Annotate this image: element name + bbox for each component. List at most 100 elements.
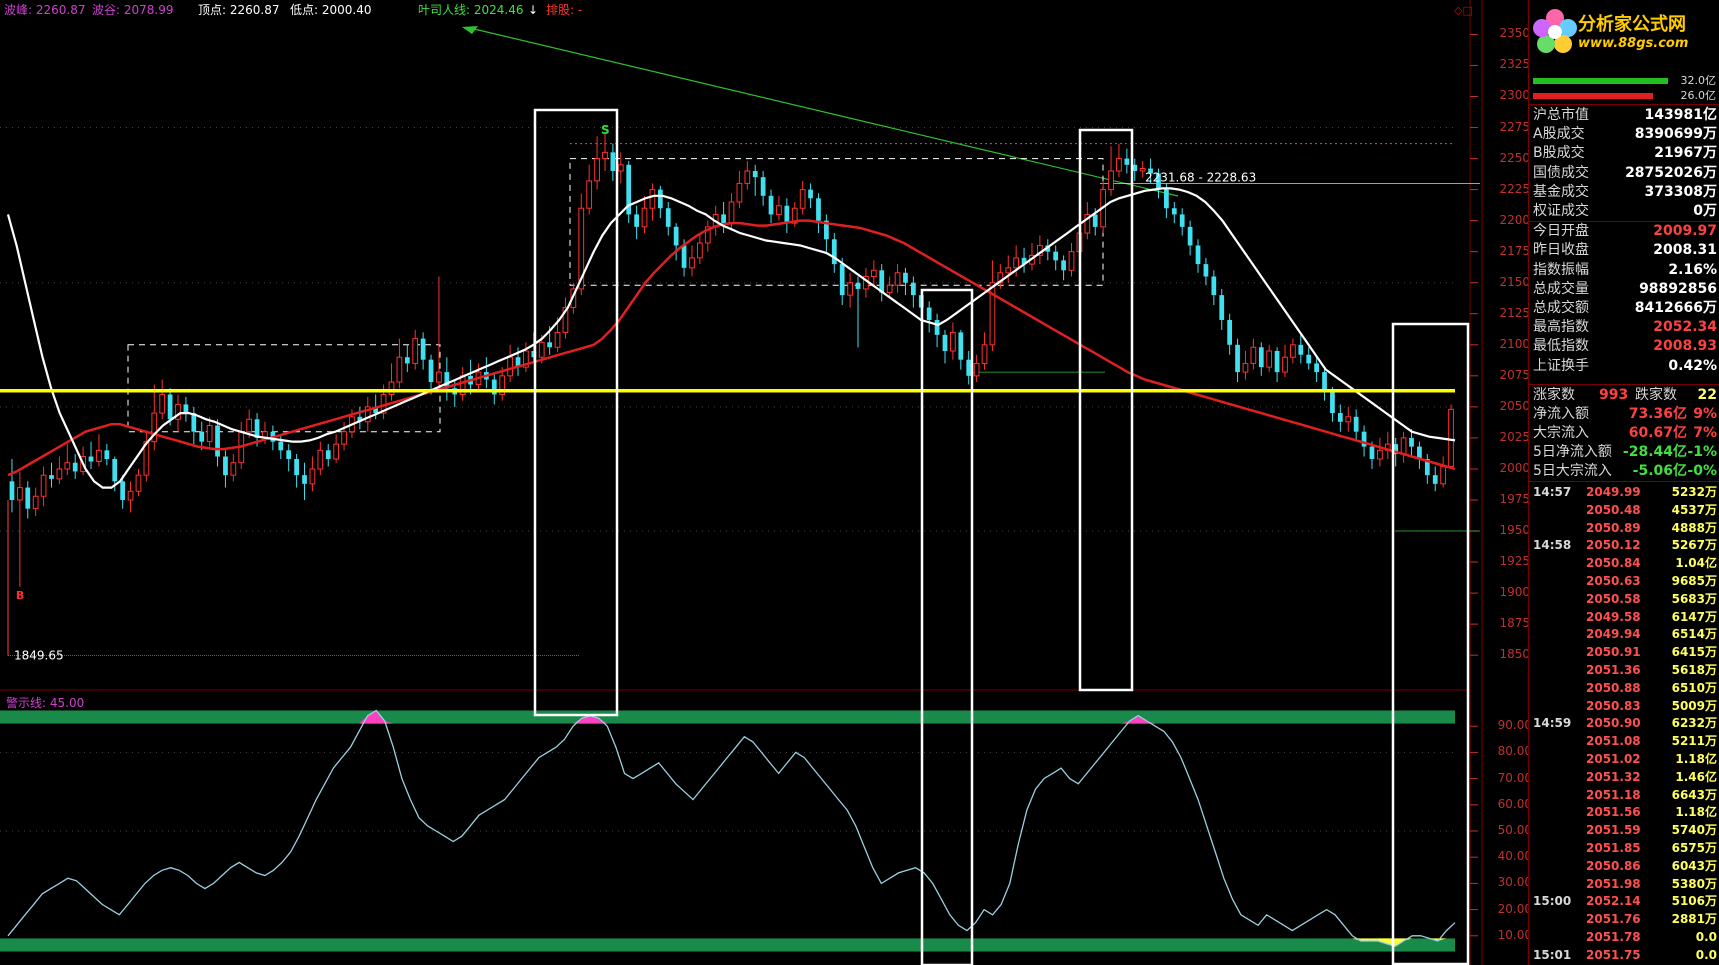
candle-body: [855, 282, 861, 289]
tick-price: 2051.59: [1586, 823, 1641, 838]
tick-volume: 6147万: [1671, 609, 1717, 624]
candle-body: [286, 450, 292, 460]
candle-body: [1053, 251, 1059, 261]
stat-value: 8390699万: [1634, 126, 1717, 143]
stat-row: 今日开盘 2009.97: [1531, 222, 1719, 241]
tick-price: 2049.99: [1586, 485, 1641, 499]
candle-body: [199, 431, 205, 442]
main-chart[interactable]: S B 2231.68 - 2228.63 1849.65: [0, 0, 1719, 965]
inflow-bar: [1533, 78, 1668, 84]
stat-key: 基金成交: [1533, 183, 1589, 200]
stat-key: 最高指数: [1533, 319, 1589, 336]
candle-body: [816, 198, 821, 221]
candle-body: [507, 356, 513, 377]
flow-key: 大宗流入: [1533, 425, 1589, 441]
candle-body: [135, 474, 142, 492]
candle-body: [641, 207, 648, 228]
candle-body: [903, 272, 908, 283]
b-marker: B: [16, 589, 24, 602]
price-tick-label: 1900: [1499, 585, 1530, 600]
candle-body: [547, 342, 553, 348]
trend-line: [469, 27, 1179, 197]
white-moving-average: [6, 187, 1456, 489]
candle-body: [1227, 319, 1233, 345]
rise-count: 993: [1599, 387, 1629, 403]
tick-volume: 6510万: [1671, 680, 1717, 695]
tick-row: 2051.78 0.0: [1531, 928, 1719, 946]
flow-percent: 7%: [1693, 425, 1717, 441]
candle-body: [942, 334, 948, 351]
square-icon[interactable]: □: [1462, 4, 1472, 17]
candle-body: [966, 359, 972, 376]
candle-body: [412, 338, 419, 364]
candle-body: [167, 394, 173, 420]
candle-body: [934, 319, 940, 335]
candle-body: [159, 393, 166, 414]
tick-row: 14:59 2050.90 6232万: [1531, 714, 1719, 732]
price-tick-label: 2125: [1499, 305, 1530, 320]
candle-body: [736, 182, 743, 203]
stat-key: B股成交: [1533, 145, 1585, 162]
price-tick-label: 2075: [1499, 367, 1530, 382]
chart-corner-controls[interactable]: ◇□: [1454, 4, 1473, 17]
outflow-value: 26.0亿: [1680, 89, 1717, 102]
stat-row: 总成交量 98892856: [1531, 280, 1719, 299]
candle-body: [1116, 158, 1122, 172]
candle-body: [634, 214, 639, 227]
tick-row: 2051.36 5618万: [1531, 661, 1719, 679]
candle-body: [649, 189, 656, 209]
price-tick-label: 1925: [1499, 554, 1530, 569]
tick-time: 14:57: [1533, 485, 1572, 499]
candle-body: [617, 164, 624, 172]
oversold-band: [0, 938, 1455, 952]
flow-percent: -1%: [1687, 444, 1717, 460]
price-tick-label: 1975: [1499, 491, 1530, 506]
stat-key: 沪总市值: [1533, 107, 1589, 123]
stat-row: 基金成交 373308万: [1531, 183, 1719, 202]
logo-name: 分析家公式网: [1578, 14, 1686, 35]
candle-body: [808, 189, 813, 199]
candle-body: [1432, 475, 1438, 484]
candle-body: [752, 170, 758, 178]
candle-body: [1274, 351, 1280, 373]
candle-body: [657, 189, 663, 209]
stat-row: 最低指数 2008.93: [1531, 337, 1719, 356]
tick-volume: 5618万: [1671, 663, 1717, 677]
candle-body: [1005, 267, 1012, 274]
flow-row: 5日大宗流入 -5.06亿 -0%: [1531, 462, 1719, 481]
tick-row: 2051.85 6575万: [1531, 839, 1719, 857]
tick-price: 2050.58: [1586, 591, 1641, 606]
candle-body: [673, 226, 679, 246]
stat-row: B股成交 21967万: [1531, 144, 1719, 163]
candle-body: [973, 362, 980, 377]
flow-key: 5日净流入额: [1533, 444, 1612, 460]
candle-body: [206, 424, 213, 443]
tick-volume: 6415万: [1671, 645, 1717, 660]
highlight-box: [1391, 322, 1470, 965]
indicator-tick-label: 60.00: [1497, 796, 1532, 811]
candle-body: [768, 195, 774, 215]
tick-row: 15:01 2051.75 0.0: [1531, 946, 1719, 964]
tick-time: 14:58: [1533, 538, 1572, 553]
tick-volume: 5267万: [1671, 538, 1717, 553]
candle-body: [32, 495, 39, 510]
candle-body: [610, 152, 616, 171]
stat-key: 权证成交: [1533, 203, 1589, 219]
panel-divider: [1529, 481, 1719, 482]
tick-volume: 0.0: [1695, 947, 1717, 962]
candle-body: [950, 331, 956, 352]
arrow-down-icon: ↓: [528, 3, 539, 17]
flow-value: -5.06亿: [1632, 463, 1687, 479]
tick-row: 2051.08 5211万: [1531, 732, 1719, 750]
tick-volume: 6575万: [1671, 841, 1717, 855]
candle-body: [1211, 276, 1217, 296]
candle-body: [64, 462, 71, 470]
indicator-tick-label: 90.00: [1497, 718, 1532, 733]
price-tick-label: 2225: [1499, 181, 1530, 196]
tick-price: 2050.90: [1586, 716, 1641, 731]
panel-divider: [1529, 384, 1719, 385]
stat-row: 国债成交 28752026万: [1531, 164, 1719, 183]
panel-divider: [1529, 104, 1719, 105]
candle-body: [847, 282, 853, 296]
tick-price: 2051.32: [1586, 769, 1641, 784]
